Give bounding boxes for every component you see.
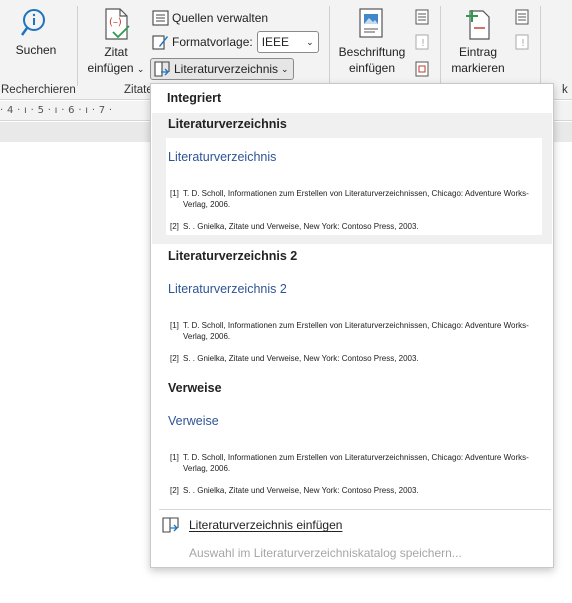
svg-text:(–): (–) [109, 17, 122, 28]
preview-entry-text: T. D. Scholl, Informationen zum Erstelle… [183, 321, 529, 341]
insert-citation-label-line2: einfügen [87, 61, 134, 75]
insert-caption-line2: einfügen [348, 61, 396, 75]
style-row: Formatvorlage: IEEE ⌄ [152, 31, 319, 53]
preview-entry-text: S. . Gnielka, Zitate und Verweise, New Y… [183, 486, 419, 495]
ruler-ticks: · 4 · ı · 5 · ı · 6 · ı · 7 · [0, 105, 113, 116]
insert-caption-button[interactable]: Beschriftung einfügen [334, 8, 410, 76]
bibliography-label: Literaturverzeichnis [174, 62, 279, 76]
style-select[interactable]: IEEE ⌄ [256, 31, 319, 53]
preview-entry-text: S. . Gnielka, Zitate und Verweise, New Y… [183, 222, 419, 231]
preview-entry-number: [1] [170, 189, 179, 198]
gallery-item-preview: Verweise [1] T. D. Scholl, Informationen… [166, 402, 542, 499]
bibliography-button[interactable]: Literaturverzeichnis ⌄ [150, 58, 294, 80]
style-label: Formatvorlage: [172, 35, 253, 49]
save-to-gallery-label: Auswahl im Literaturverzeichniskatalog s… [189, 546, 462, 560]
preview-entry-text: T. D. Scholl, Informationen zum Erstelle… [183, 189, 529, 209]
gallery-section-heading: Integriert [167, 91, 222, 105]
cross-reference-icon[interactable] [414, 61, 430, 77]
gallery-item-preview: Literaturverzeichnis [1] T. D. Scholl, I… [166, 138, 542, 235]
insert-citation-icon: (–) [105, 8, 130, 40]
mark-entry-line2: markieren [451, 61, 505, 75]
mark-entry-line1: Eintrag [458, 45, 498, 59]
search-button[interactable]: Suchen [12, 8, 60, 58]
preview-heading: Literaturverzeichnis 2 [168, 282, 287, 296]
insert-caption-icon [359, 8, 383, 38]
chevron-down-icon: ⌄ [281, 63, 289, 74]
group-label-citations: Zitate [124, 84, 153, 96]
gallery-item-title: Literaturverzeichnis [168, 117, 287, 131]
preview-entry: [1] T. D. Scholl, Informationen zum Erst… [170, 452, 540, 474]
insert-citation-label-line1: Zitat [104, 45, 128, 59]
gallery-item-bibliography-2[interactable]: Literaturverzeichnis 2 Literaturverzeich… [152, 245, 552, 377]
save-to-gallery-command[interactable]: Auswahl im Literaturverzeichniskatalog s… [189, 546, 462, 560]
preview-entry-number: [2] [170, 354, 179, 363]
gallery-item-preview: Literaturverzeichnis 2 [1] T. D. Scholl,… [166, 270, 542, 367]
group-separator [329, 6, 330, 86]
mark-entry-button[interactable]: Eintrag markieren [446, 8, 510, 76]
preview-entry-number: [1] [170, 321, 179, 330]
preview-entry-number: [2] [170, 486, 179, 495]
gallery-item-title: Literaturverzeichnis 2 [168, 249, 298, 263]
update-table-icon[interactable]: ! [414, 34, 430, 50]
search-icon [21, 9, 45, 36]
gallery-item-bibliography[interactable]: Literaturverzeichnis Literaturverzeichni… [152, 113, 552, 244]
insert-citation-button[interactable]: (–) Zitat einfügen ⌄ [84, 8, 148, 77]
group-separator [440, 6, 441, 86]
group-separator [540, 6, 541, 86]
manage-sources-icon [152, 10, 169, 26]
gallery-item-title: Verweise [168, 381, 222, 395]
chevron-down-icon: ⌄ [306, 36, 314, 47]
preview-entry-number: [1] [170, 453, 179, 462]
preview-heading: Literaturverzeichnis [168, 150, 277, 164]
preview-entry: [2] S. . Gnielka, Zitate und Verweise, N… [170, 353, 540, 364]
mark-entry-icon [466, 10, 490, 40]
insert-caption-line1: Beschriftung [338, 45, 406, 59]
menu-divider [159, 509, 551, 510]
preview-entry-text: S. . Gnielka, Zitate und Verweise, New Y… [183, 354, 419, 363]
preview-entry: [2] S. . Gnielka, Zitate und Verweise, N… [170, 485, 540, 496]
preview-entry: [1] T. D. Scholl, Informationen zum Erst… [170, 320, 540, 342]
bibliography-icon [162, 517, 179, 533]
svg-text:!: ! [421, 38, 425, 49]
manage-sources-label: Quellen verwalten [172, 11, 269, 25]
group-separator [77, 6, 78, 86]
search-label: Suchen [15, 43, 57, 57]
chevron-down-icon: ⌄ [136, 64, 145, 74]
svg-text:!: ! [521, 38, 525, 49]
update-index-icon[interactable]: ! [514, 34, 530, 50]
preview-entry: [1] T. D. Scholl, Informationen zum Erst… [170, 188, 540, 210]
manage-sources-button[interactable]: Quellen verwalten [152, 8, 268, 28]
bibliography-dropdown: Integriert Literaturverzeichnis Literatu… [150, 83, 554, 568]
bibliography-icon [154, 61, 170, 77]
insert-bibliography-command[interactable]: Literaturverzeichnis einfügen [161, 516, 342, 534]
group-label-partial: k [562, 84, 568, 96]
preview-entry-number: [2] [170, 222, 179, 231]
preview-heading: Verweise [168, 414, 219, 428]
preview-entry: [2] S. . Gnielka, Zitate und Verweise, N… [170, 221, 540, 232]
insert-index-icon[interactable] [514, 9, 530, 25]
insert-table-of-figures-icon[interactable] [414, 9, 430, 25]
style-select-value: IEEE [261, 35, 290, 49]
gallery-item-references[interactable]: Verweise Verweise [1] T. D. Scholl, Info… [152, 377, 552, 507]
group-label-research: Recherchieren [1, 84, 76, 96]
style-icon [152, 35, 168, 50]
preview-entry-text: T. D. Scholl, Informationen zum Erstelle… [183, 453, 529, 473]
insert-bibliography-label: Literaturverzeichnis einfügen [189, 518, 343, 532]
